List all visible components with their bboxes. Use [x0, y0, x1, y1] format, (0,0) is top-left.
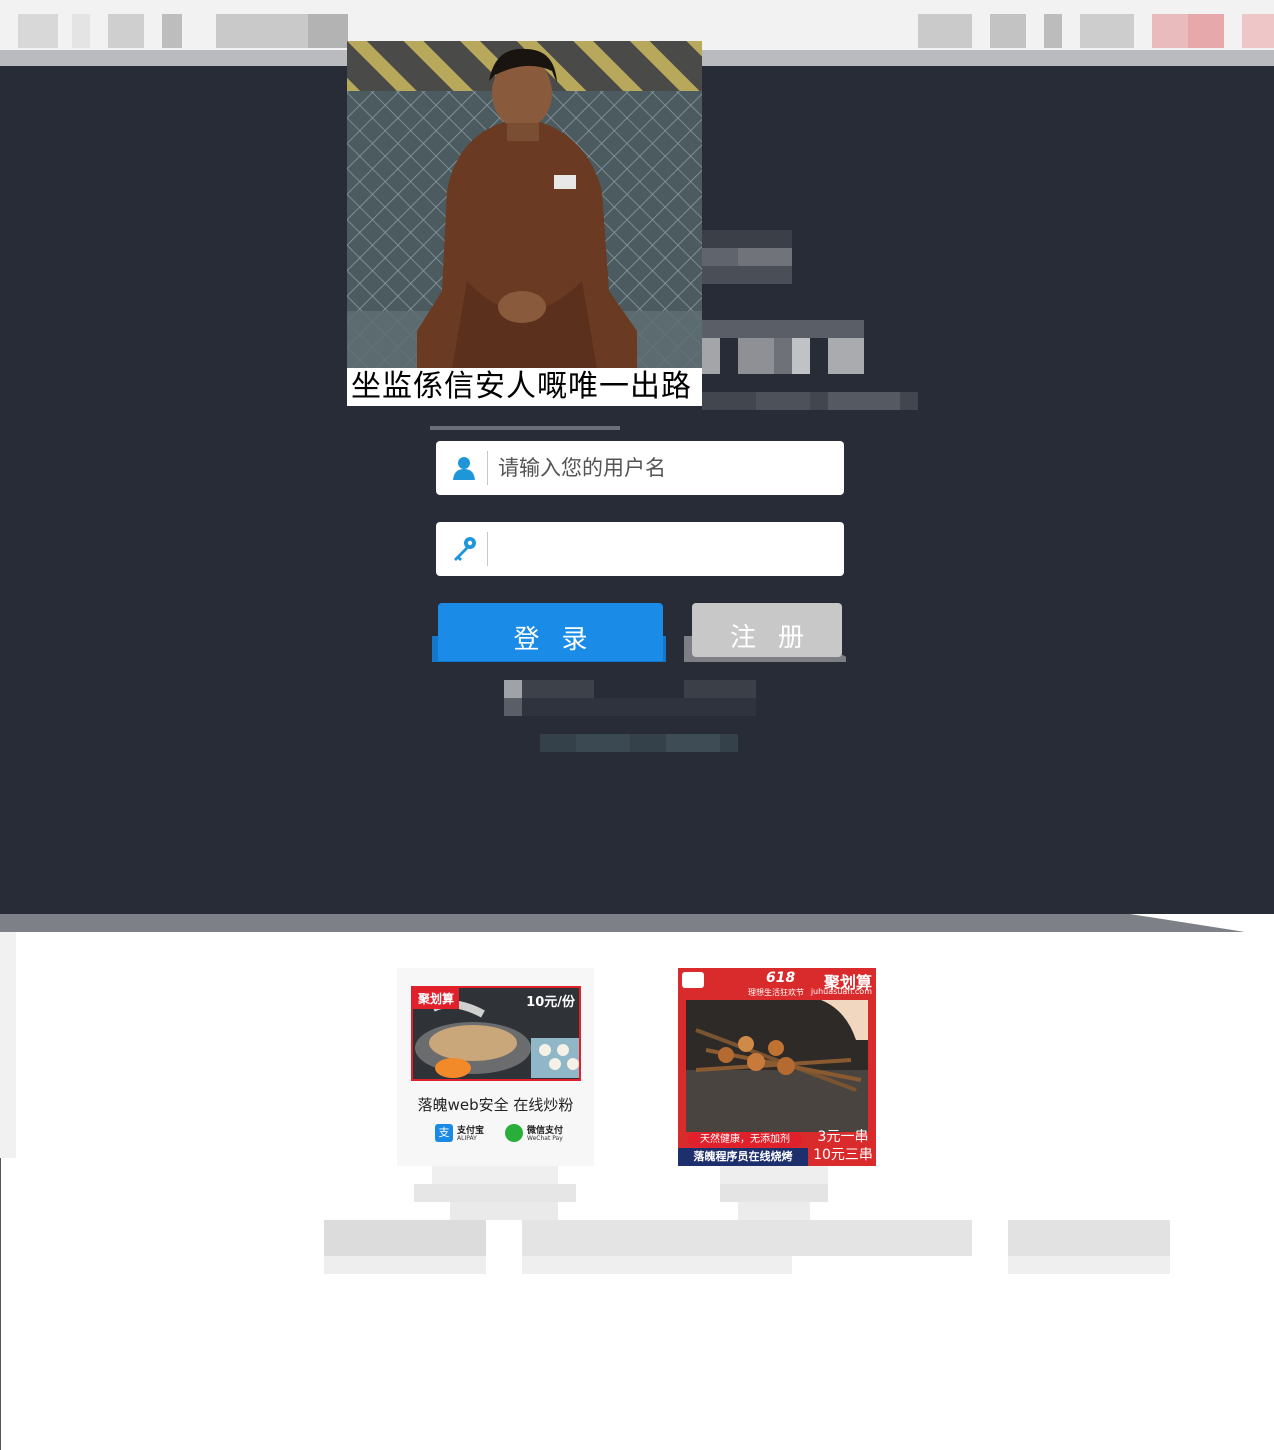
- ad-stir-fry-photo: 聚划算 10元/份: [411, 986, 581, 1081]
- blurred-links: [504, 680, 774, 716]
- blurred-title: [702, 230, 792, 284]
- ad-logo-icon: [682, 972, 704, 988]
- blurred-ad-caption-left: [414, 1166, 576, 1220]
- payment-logos: 支 支付宝 ALIPAY 微信支付 WeChat Pay: [435, 1123, 565, 1145]
- username-field[interactable]: [436, 441, 844, 495]
- password-field[interactable]: [436, 522, 844, 576]
- login-button[interactable]: 登录: [438, 603, 663, 661]
- register-button[interactable]: 注册: [692, 603, 842, 657]
- alipay-icon: 支: [435, 1124, 453, 1142]
- ad-stir-fry-title: 落魄web安全 在线炒粉: [417, 1096, 574, 1114]
- meme-caption: 坐监係信安人嘅唯一出路: [347, 368, 702, 406]
- ad-bbq[interactable]: 618 聚划算 理想生活狂欢节 juhuasuan.com 天然健康，无添加剂 …: [678, 968, 876, 1166]
- ad-stir-fry-tag: 聚划算: [413, 988, 460, 1009]
- blurred-bottom-text: [324, 1220, 1188, 1274]
- ad-stir-fry-price: 10元/份: [526, 995, 575, 1010]
- blurred-ad-caption-right: [720, 1166, 828, 1220]
- ad-bbq-slogan: 天然健康，无添加剂: [688, 1132, 802, 1147]
- blurred-underline: [430, 426, 620, 430]
- ad-bbq-price: 3元一串 10元三串: [813, 1129, 873, 1163]
- blurred-subtitle: [702, 320, 864, 374]
- ad-bbq-photo: [686, 1000, 868, 1132]
- password-input[interactable]: [498, 529, 828, 569]
- wechat-pay-icon: [505, 1124, 523, 1142]
- side-strip: [0, 932, 16, 1158]
- blurred-footer-link: [540, 734, 738, 752]
- prison-photo: [347, 41, 702, 371]
- meme-image: 坐监係信安人嘅唯一出路: [347, 41, 702, 406]
- key-icon: [454, 537, 476, 561]
- blurred-caption-line: [702, 392, 918, 410]
- user-icon: [453, 457, 475, 480]
- ad-bbq-title: 落魄程序员在线烧烤: [678, 1148, 808, 1166]
- username-input[interactable]: [498, 448, 828, 488]
- ad-stir-fry[interactable]: 聚划算 10元/份 落魄web安全 在线炒粉 支 支付宝 ALIPAY 微信支付…: [397, 968, 594, 1166]
- panel-bottom-edge: [0, 914, 1274, 932]
